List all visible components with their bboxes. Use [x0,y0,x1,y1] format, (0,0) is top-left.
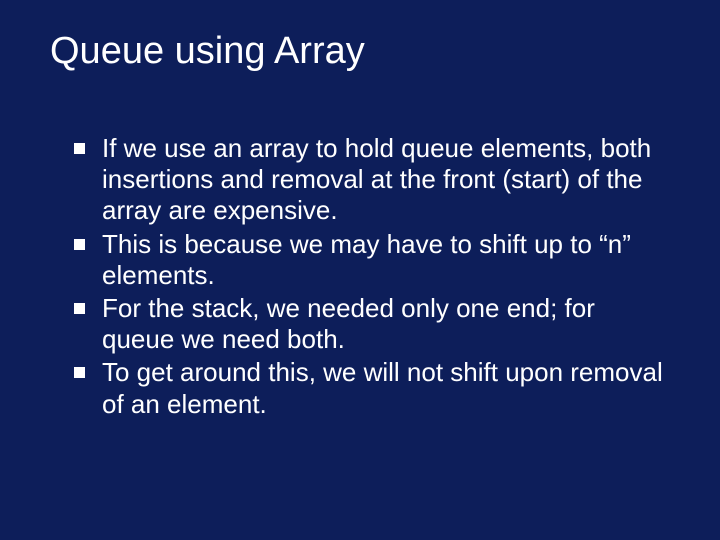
bullet-item: For the stack, we needed only one end; f… [74,293,670,355]
bullet-item: If we use an array to hold queue element… [74,133,670,227]
bullet-item: This is because we may have to shift up … [74,229,670,291]
bullet-list: If we use an array to hold queue element… [50,133,670,420]
slide-title: Queue using Array [50,30,670,73]
bullet-item: To get around this, we will not shift up… [74,357,670,419]
